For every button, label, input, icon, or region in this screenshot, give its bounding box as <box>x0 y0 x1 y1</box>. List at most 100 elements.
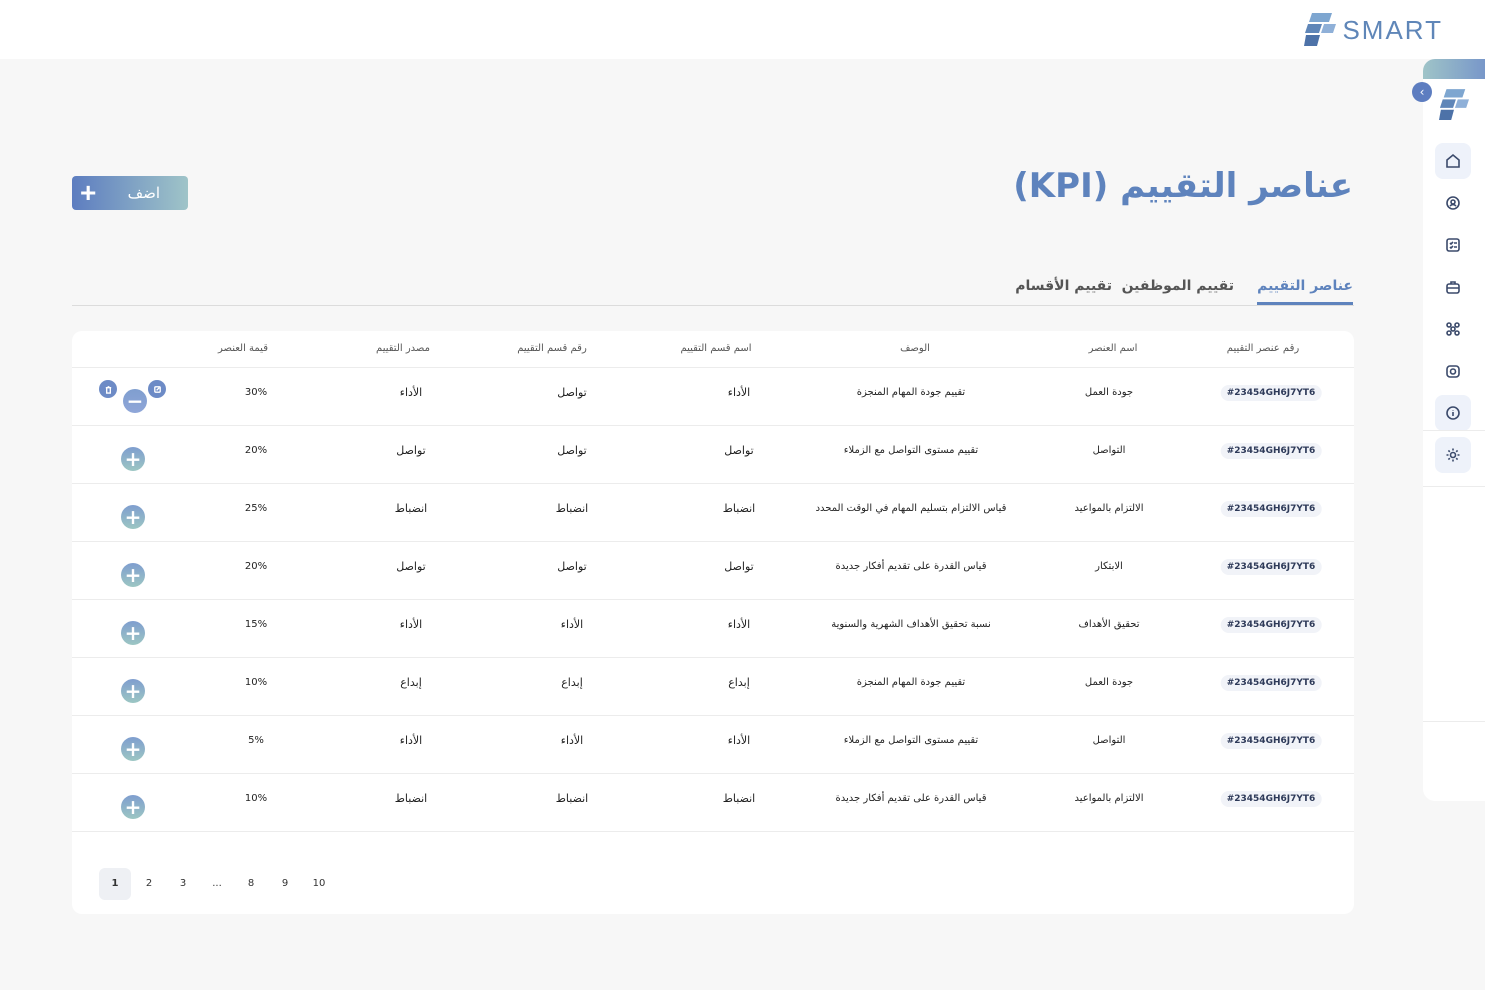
cell-value: 10% <box>244 793 268 804</box>
tab-evaluation-elements[interactable]: عناصر التقييم <box>1257 278 1353 305</box>
tab-department-evaluation[interactable]: تقييم الأقسام <box>1015 278 1112 302</box>
cell-name: التواصل <box>1092 735 1126 746</box>
cell-source: الأداء <box>399 386 423 399</box>
collapse-row-button[interactable]: − <box>123 389 147 413</box>
table-row[interactable]: #23454GH6J7YT6 تحقيق الأهداف نسبة تحقيق ال… <box>72 599 1354 658</box>
org-chart-icon <box>1446 322 1460 336</box>
expand-row-button[interactable]: + <box>121 505 145 529</box>
cell-id: #23454GH6J7YT6 <box>1220 385 1322 401</box>
briefcase-icon <box>1446 281 1460 294</box>
cell-description: قياس القدرة على تقديم أفكار جديدة <box>835 561 987 572</box>
user-location-icon <box>1446 196 1460 210</box>
cell-section-name: تواصل <box>724 444 754 457</box>
page-button[interactable]: 3 <box>167 868 199 900</box>
cell-description: نسبة تحقيق الأهداف الشهرية والسنوية <box>831 619 991 630</box>
page-button[interactable]: 8 <box>235 868 267 900</box>
sidebar-item-info[interactable] <box>1435 395 1471 431</box>
sidebar-item-settings[interactable] <box>1435 437 1471 473</box>
pagination-ellipsis: ... <box>212 878 222 889</box>
cell-value: 5% <box>248 735 264 746</box>
column-header-section-number: رقم قسم التقييم <box>517 343 587 354</box>
expand-row-button[interactable]: + <box>121 563 145 587</box>
cell-name: التواصل <box>1092 445 1126 456</box>
expand-row-button[interactable]: + <box>121 621 145 645</box>
sidebar-collapse-button[interactable]: ‹ <box>1412 82 1432 102</box>
home-icon <box>1446 153 1460 168</box>
edit-button[interactable] <box>148 380 166 398</box>
expand-row-button[interactable]: + <box>121 737 145 761</box>
sidebar-item-jobs[interactable] <box>1435 269 1471 305</box>
plus-icon: + <box>124 737 142 761</box>
column-header-description: الوصف <box>900 343 930 354</box>
page-button[interactable]: 9 <box>269 868 301 900</box>
page-button[interactable]: 10 <box>303 868 335 900</box>
expand-row-button[interactable]: + <box>121 795 145 819</box>
camera-icon <box>1446 365 1460 378</box>
cell-value: 20% <box>244 561 268 572</box>
cell-id: #23454GH6J7YT6 <box>1220 675 1322 691</box>
plus-icon: + <box>124 563 142 587</box>
sidebar-item-tasks[interactable] <box>1435 227 1471 263</box>
column-header-section-name: اسم قسم التقييم <box>680 343 752 354</box>
trash-icon <box>105 385 111 394</box>
cell-section-name: إبداع <box>728 676 750 689</box>
settings-icon <box>1446 448 1460 462</box>
cell-value: 15% <box>244 619 268 630</box>
expand-row-button[interactable]: + <box>121 447 145 471</box>
cell-section-name: انضباط <box>722 502 756 515</box>
brand-logo[interactable]: SMART <box>1304 12 1443 48</box>
expand-row-button[interactable]: + <box>121 679 145 703</box>
cell-section-number: انضباط <box>555 792 589 805</box>
info-icon <box>1446 406 1460 420</box>
minus-icon: − <box>126 389 144 413</box>
edit-icon <box>153 385 161 393</box>
cell-value: 25% <box>244 503 268 514</box>
table-row[interactable]: #23454GH6J7YT6 الالتزام بالمواعيد قياس الا… <box>72 483 1354 542</box>
page-button[interactable]: 1 <box>99 868 131 900</box>
plus-icon: + <box>80 177 97 208</box>
cell-description: قياس الالتزام بتسليم المهام في الوقت الم… <box>815 503 1007 514</box>
sidebar-divider <box>1423 430 1485 431</box>
cell-source: تواصل <box>396 560 426 573</box>
column-header-id: رقم عنصر التقييم <box>1226 343 1300 354</box>
cell-id: #23454GH6J7YT6 <box>1220 559 1322 575</box>
cell-description: تقييم جودة المهام المنجزة <box>856 387 966 398</box>
plus-icon: + <box>124 621 142 645</box>
add-button[interactable]: + اضف <box>72 176 188 210</box>
column-header-name: اسم العنصر <box>1088 343 1138 354</box>
cell-name: جودة العمل <box>1084 387 1134 398</box>
cell-name: جودة العمل <box>1084 677 1134 688</box>
table-row[interactable]: #23454GH6J7YT6 الالتزام بالمواعيد قياس الق… <box>72 773 1354 832</box>
checklist-icon <box>1446 238 1460 252</box>
cell-value: 30% <box>244 387 268 398</box>
cell-value: 10% <box>244 677 268 688</box>
cell-source: الأداء <box>399 734 423 747</box>
brand-name: SMART <box>1342 14 1443 45</box>
cell-name: الالتزام بالمواعيد <box>1074 503 1144 514</box>
top-bar: SMART <box>0 0 1485 59</box>
sidebar-item-departments[interactable] <box>1435 311 1471 347</box>
page-button[interactable]: 2 <box>133 868 165 900</box>
column-header-value: قيمة العنصر <box>218 343 268 354</box>
page-title: عناصر التقييم (KPI) <box>1013 166 1353 206</box>
cell-id: #23454GH6J7YT6 <box>1220 501 1322 517</box>
sidebar-item-home[interactable] <box>1435 143 1471 179</box>
tab-employee-evaluation[interactable]: تقييم الموظفين <box>1122 278 1234 302</box>
sidebar-item-attendance[interactable] <box>1435 353 1471 389</box>
sidebar-logo-icon <box>1439 89 1469 120</box>
delete-button[interactable] <box>99 380 117 398</box>
cell-section-name: الأداء <box>727 618 751 631</box>
cell-source: انضباط <box>394 792 428 805</box>
table-row[interactable]: #23454GH6J7YT6 جودة العمل تقييم جودة المها… <box>72 657 1354 716</box>
table-row[interactable]: #23454GH6J7YT6 جودة العمل تقييم جودة المها… <box>72 367 1354 426</box>
plus-icon: + <box>124 795 142 819</box>
table-row[interactable]: #23454GH6J7YT6 الابتكار قياس القدرة على تق… <box>72 541 1354 600</box>
cell-description: قياس القدرة على تقديم أفكار جديدة <box>835 793 987 804</box>
cell-description: تقييم مستوى التواصل مع الزملاء <box>843 445 979 456</box>
plus-icon: + <box>124 679 142 703</box>
table-row[interactable]: #23454GH6J7YT6 التواصل تقييم مستوى التواصل… <box>72 715 1354 774</box>
sidebar-header-bar <box>1423 59 1485 79</box>
sidebar-item-employees[interactable] <box>1435 185 1471 221</box>
table-row[interactable]: #23454GH6J7YT6 التواصل تقييم مستوى التواصل… <box>72 425 1354 484</box>
cell-section-name: الأداء <box>727 386 751 399</box>
